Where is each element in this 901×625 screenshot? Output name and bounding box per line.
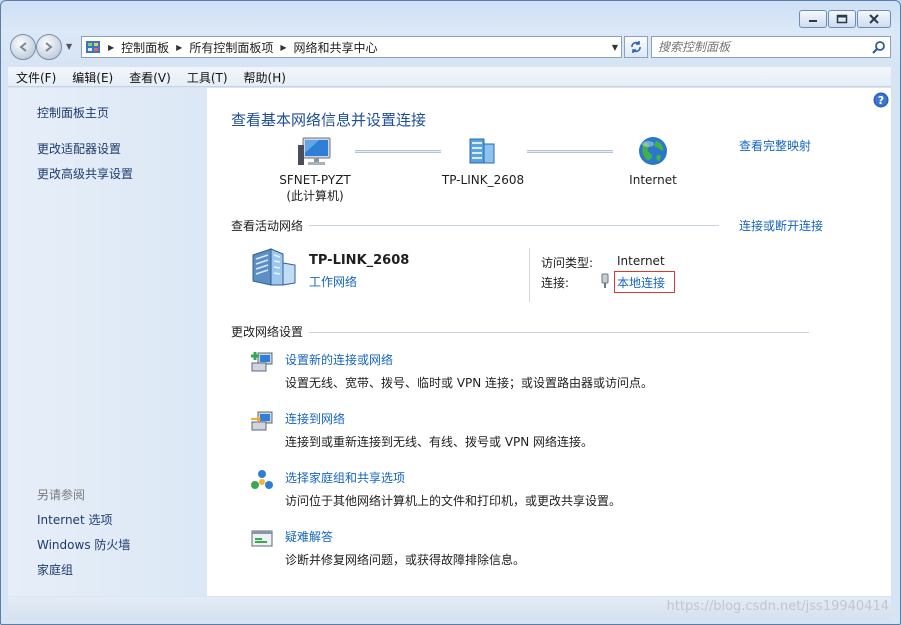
help-icon[interactable]: ? [873, 92, 889, 108]
sidebar-link-home[interactable]: 控制面板主页 [37, 104, 109, 121]
breadcrumb-separator: ▶ [108, 42, 115, 52]
close-button[interactable] [857, 10, 891, 28]
sidebar-link-homegroup[interactable]: 家庭组 [37, 561, 73, 578]
task-troubleshoot[interactable]: 疑难解答 [285, 528, 333, 545]
svg-text:?: ? [878, 94, 884, 107]
breadcrumb-separator[interactable]: ▶ [176, 43, 182, 52]
connect-network-icon [251, 411, 273, 431]
page-title: 查看基本网络信息并设置连接 [231, 111, 427, 129]
address-bar[interactable]: ▶ 控制面板 ▶ 所有控制面板项 ▶ 网络和共享中心 ▼ [81, 36, 622, 58]
map-node-computer[interactable]: SFNET-PYZT (此计算机) [273, 135, 357, 204]
breadcrumb-separator[interactable]: ▶ [280, 43, 286, 52]
search-input[interactable] [658, 40, 868, 54]
breadcrumb-control-panel[interactable]: 控制面板 [121, 39, 169, 56]
divider [309, 332, 809, 333]
sidebar-link-internet-options[interactable]: Internet 选项 [37, 511, 112, 528]
sidebar-link-adapter-settings[interactable]: 更改适配器设置 [37, 140, 121, 157]
address-row: ▼ ▶ 控制面板 ▶ 所有控制面板项 ▶ 网络和共享中心 ▼ [8, 34, 891, 60]
menu-help[interactable]: 帮助(H) [236, 67, 294, 86]
task-homegroup-desc: 访问位于其他网络计算机上的文件和打印机，或更改共享设置。 [285, 494, 622, 508]
search-box[interactable] [651, 36, 891, 58]
task-setup-connection[interactable]: 设置新的连接或网络 [285, 351, 393, 368]
connections-label: 连接: [541, 276, 570, 290]
watermark: https://blog.csdn.net/jss19940414 [666, 599, 889, 614]
connection-line [527, 150, 613, 153]
network-type-link[interactable]: 工作网络 [309, 273, 357, 290]
full-map-link[interactable]: 查看完整映射 [739, 137, 811, 154]
task-connect-network-desc: 连接到或重新连接到无线、有线、拨号或 VPN 网络连接。 [285, 435, 594, 449]
back-button[interactable] [10, 34, 36, 60]
status-bar: https://blog.csdn.net/jss19940414 [8, 597, 891, 619]
arrow-right-icon [45, 42, 53, 52]
refresh-button[interactable] [624, 36, 648, 58]
sidebar-link-advanced-sharing[interactable]: 更改高级共享设置 [37, 165, 133, 182]
map-node-internet[interactable]: Internet [615, 135, 691, 188]
homegroup-icon [251, 470, 273, 489]
menu-tools[interactable]: 工具(T) [179, 67, 236, 86]
close-icon [869, 14, 879, 24]
sidebar-link-firewall[interactable]: Windows 防火墙 [37, 536, 130, 553]
main-panel: ? 查看基本网络信息并设置连接 查看完整映射 SFNET-PYZT (此计算机) [207, 88, 891, 596]
local-connection-link[interactable]: 本地连接 [614, 271, 675, 293]
content-area: 控制面板主页 更改适配器设置 更改高级共享设置 另请参阅 Internet 选项… [8, 88, 891, 596]
globe-icon [639, 137, 667, 165]
connect-disconnect-link[interactable]: 连接或断开连接 [739, 217, 823, 234]
connection-line [355, 150, 441, 153]
control-panel-icon [86, 41, 100, 53]
menu-edit[interactable]: 编辑(E) [64, 67, 121, 86]
search-icon[interactable] [871, 40, 886, 55]
computer-name: SFNET-PYZT [279, 173, 351, 187]
access-type-value: Internet [617, 254, 665, 268]
arrow-left-icon [19, 42, 27, 52]
map-node-network[interactable]: TP-LINK_2608 [437, 135, 529, 188]
caption-buttons [799, 10, 891, 28]
see-also-label: 另请参阅 [37, 488, 86, 502]
sidebar: 控制面板主页 更改适配器设置 更改高级共享设置 另请参阅 Internet 选项… [8, 88, 207, 596]
task-homegroup[interactable]: 选择家庭组和共享选项 [285, 469, 405, 486]
divider [309, 225, 719, 226]
computer-sub: (此计算机) [286, 189, 344, 203]
ethernet-plug-icon [601, 273, 609, 288]
menu-file[interactable]: 文件(F) [8, 67, 64, 86]
active-networks-heading: 查看活动网络 [231, 219, 304, 233]
minimize-icon [809, 20, 817, 22]
network-building-icon [252, 248, 296, 286]
maximize-button[interactable] [828, 10, 856, 28]
minimize-button[interactable] [799, 10, 827, 28]
computer-icon [298, 137, 331, 165]
change-settings-heading: 更改网络设置 [231, 325, 304, 339]
network-building-icon [469, 138, 495, 164]
troubleshoot-icon [251, 530, 273, 547]
refresh-icon [631, 41, 641, 53]
internet-label: Internet [629, 173, 677, 187]
task-connect-network[interactable]: 连接到网络 [285, 410, 345, 427]
vertical-divider [529, 248, 530, 302]
active-network-name: TP-LINK_2608 [309, 253, 410, 268]
forward-button[interactable] [36, 34, 62, 60]
recent-pages-dropdown[interactable]: ▼ [66, 42, 72, 51]
task-setup-connection-desc: 设置无线、宽带、拨号、临时或 VPN 连接；或设置路由器或访问点。 [285, 376, 654, 390]
network-name: TP-LINK_2608 [441, 173, 525, 187]
menu-bar: 文件(F) 编辑(E) 查看(V) 工具(T) 帮助(H) [8, 67, 891, 87]
new-connection-icon [251, 352, 273, 372]
maximize-icon [836, 14, 848, 24]
access-type-label: 访问类型: [541, 256, 594, 270]
breadcrumb-network-center[interactable]: 网络和共享中心 [294, 39, 378, 56]
task-troubleshoot-desc: 诊断并修复网络问题，或获得故障排除信息。 [285, 553, 526, 567]
address-dropdown[interactable]: ▼ [612, 43, 618, 52]
menu-view[interactable]: 查看(V) [121, 67, 179, 86]
window: ▼ ▶ 控制面板 ▶ 所有控制面板项 ▶ 网络和共享中心 ▼ 文件(F) 编辑(… [0, 0, 901, 625]
breadcrumb-all-items[interactable]: 所有控制面板项 [189, 39, 273, 56]
